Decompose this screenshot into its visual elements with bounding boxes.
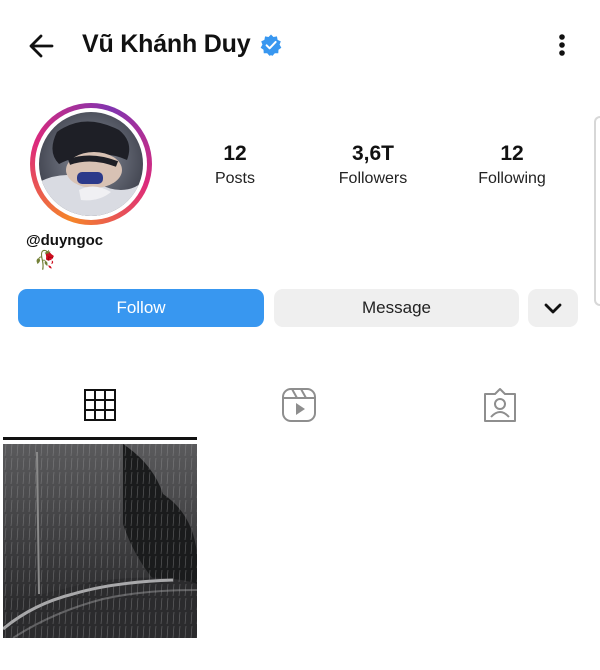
grid-icon (84, 389, 116, 421)
stat-following[interactable]: 12 Following (452, 142, 572, 188)
stat-posts[interactable]: 12 Posts (175, 142, 295, 188)
post-thumbnail[interactable] (3, 444, 197, 638)
back-button[interactable] (26, 30, 58, 62)
profile-title-group: Vũ Khánh Duy (82, 30, 282, 59)
profile-handle: @duyngoc (26, 232, 104, 249)
rainy-road-image (3, 444, 197, 638)
followers-label: Followers (338, 170, 408, 187)
more-vertical-icon (559, 34, 565, 56)
tab-tagged[interactable] (481, 386, 519, 424)
verified-badge-icon (261, 34, 282, 56)
story-ring[interactable] (30, 103, 152, 225)
active-tab-indicator (3, 437, 197, 440)
following-label: Following (478, 170, 546, 187)
bio-emoji: 🥀 (34, 250, 57, 270)
arrow-left-icon (29, 34, 54, 58)
reels-icon (282, 388, 316, 422)
avatar[interactable] (39, 112, 143, 216)
suggested-dropdown-button[interactable] (528, 289, 578, 327)
avatar-photo (39, 112, 143, 216)
more-options-button[interactable] (548, 30, 576, 62)
posts-label: Posts (214, 170, 255, 187)
follow-button[interactable]: Follow (18, 289, 264, 327)
chevron-down-icon (544, 303, 562, 314)
followers-count: 3,6T (351, 142, 395, 165)
stat-followers[interactable]: 3,6T Followers (313, 142, 433, 188)
avatar-border (35, 108, 147, 220)
following-count: 12 (500, 142, 524, 165)
message-button[interactable]: Message (274, 289, 519, 327)
tagged-user-icon (484, 388, 516, 422)
tab-reels[interactable] (280, 386, 318, 424)
tab-grid[interactable] (81, 386, 119, 424)
top-bar: Vũ Khánh Duy (0, 0, 600, 90)
profile-name: Vũ Khánh Duy (82, 30, 251, 58)
posts-count: 12 (223, 142, 247, 165)
side-panel-edge (594, 116, 600, 306)
